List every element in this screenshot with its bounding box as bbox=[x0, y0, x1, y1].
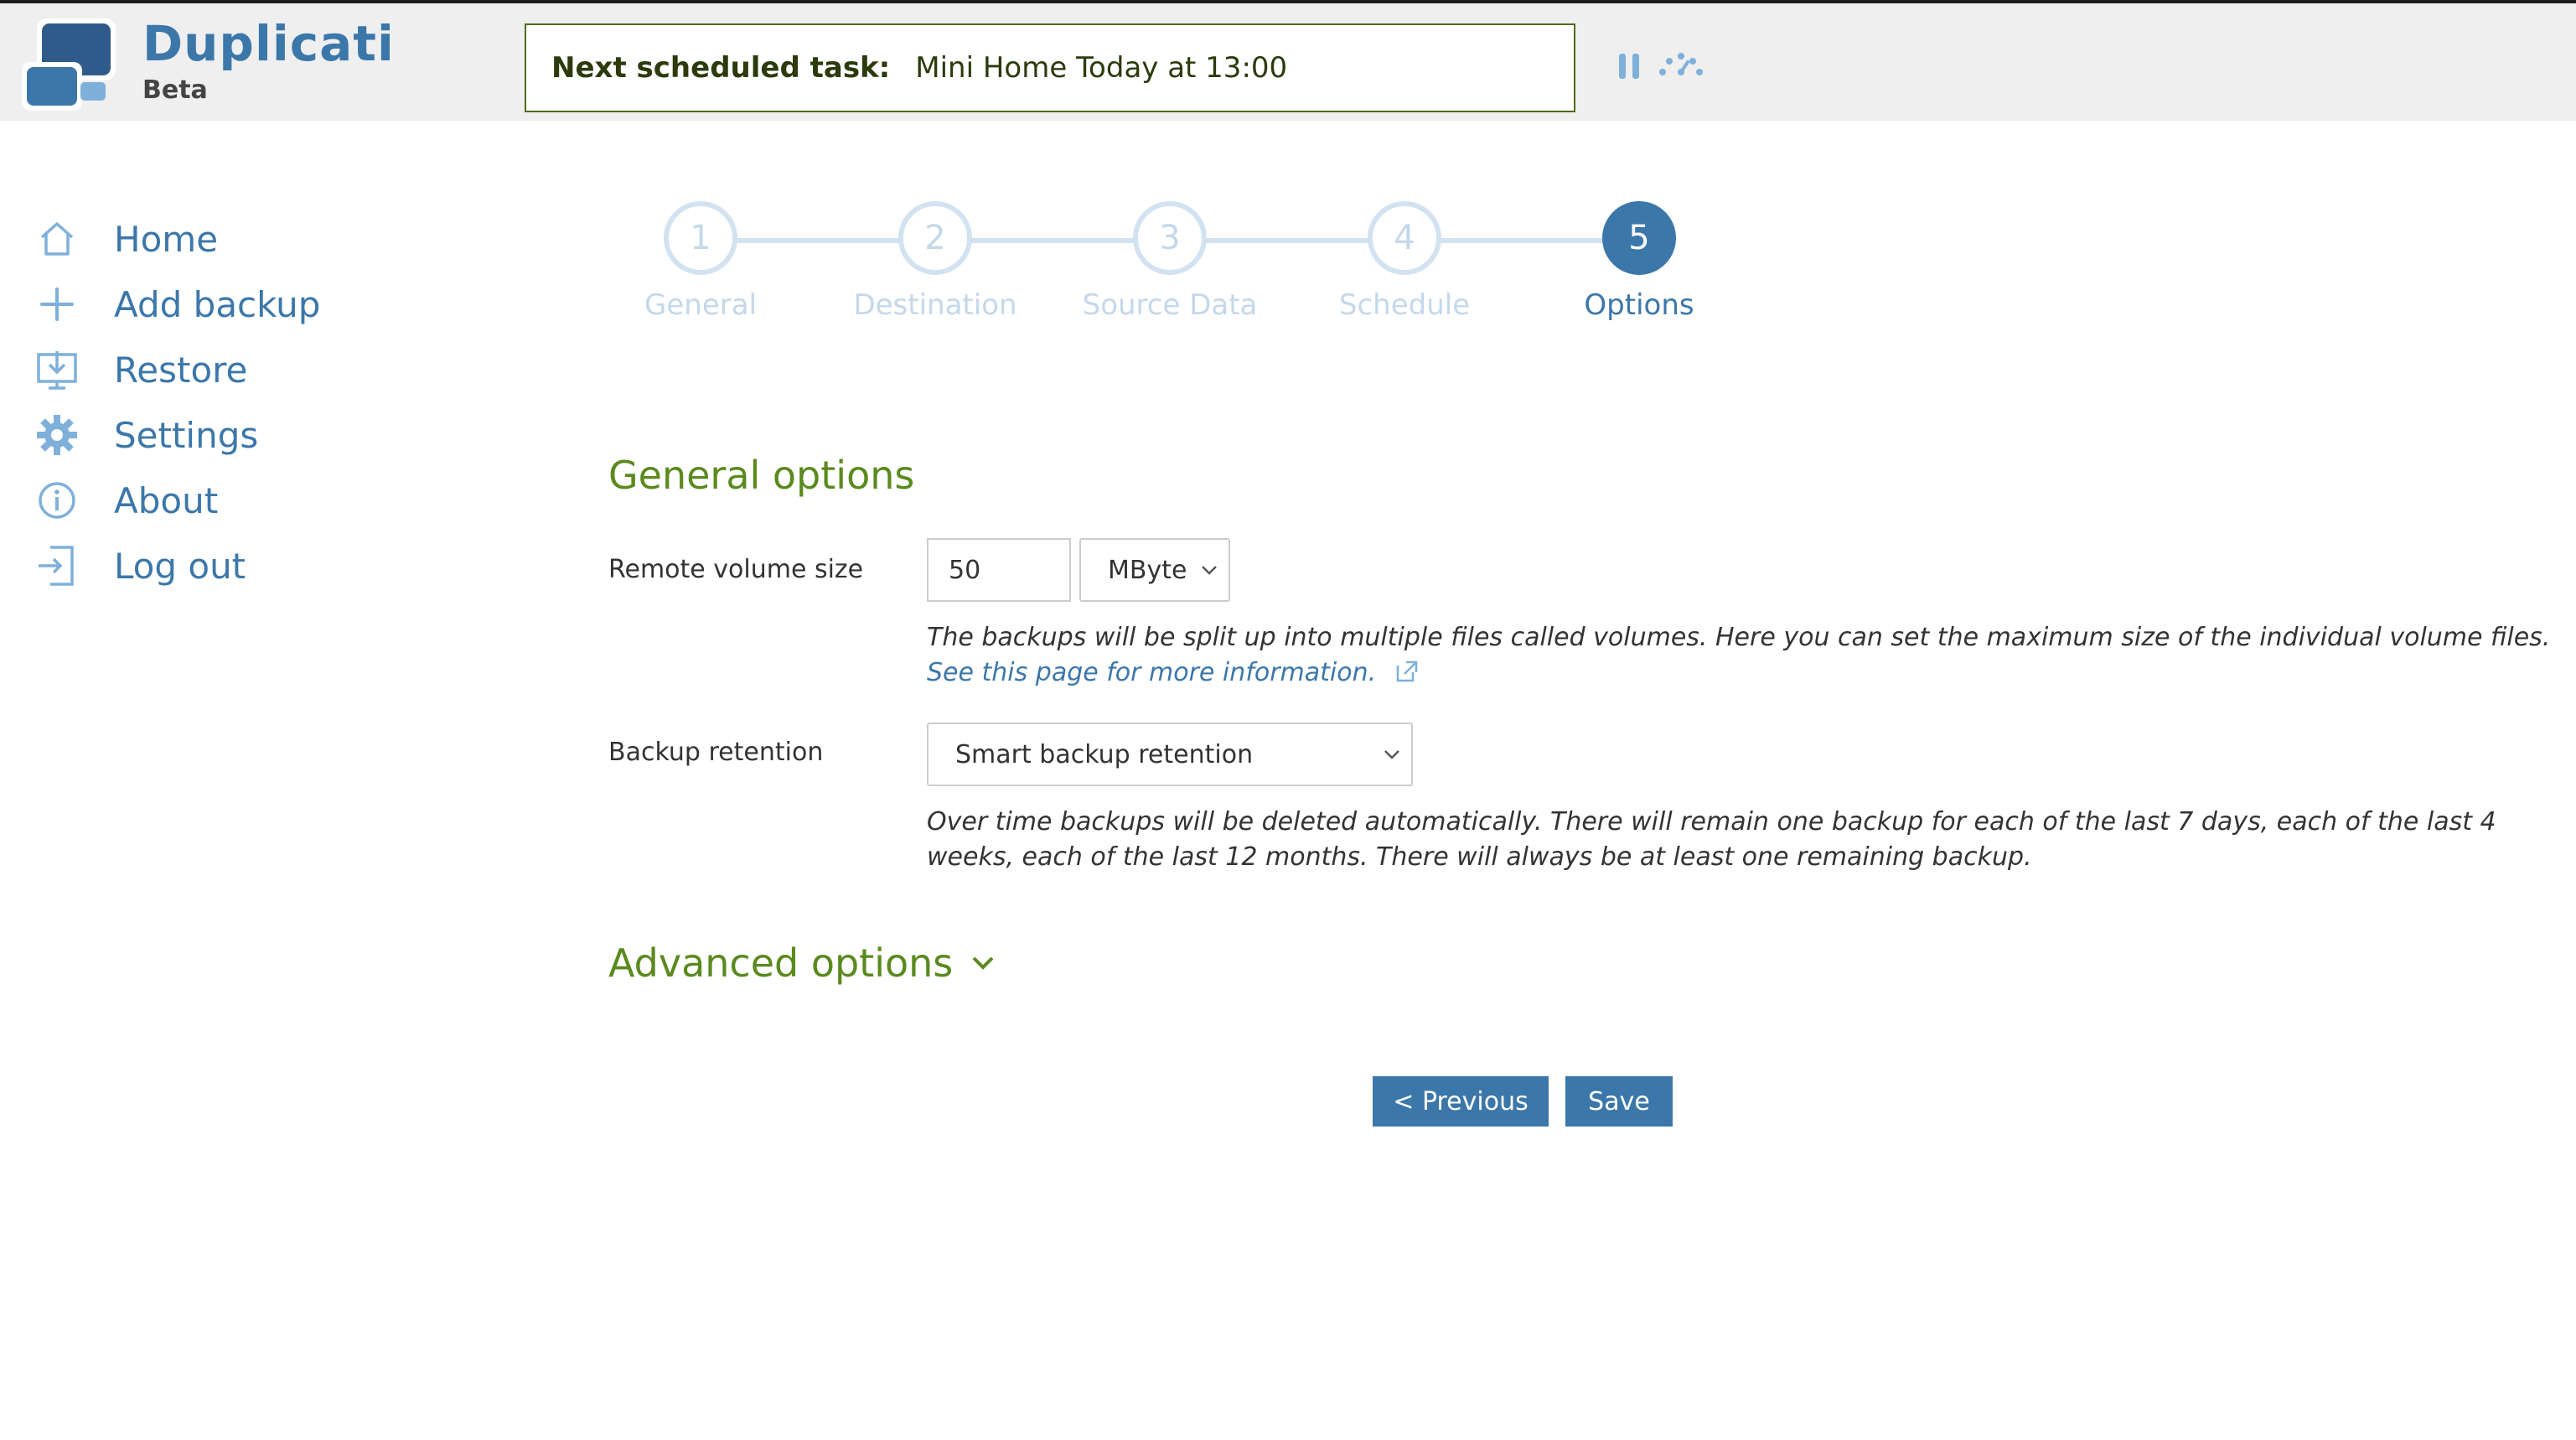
sidebar-item-restore[interactable]: Restore bbox=[34, 340, 369, 399]
step-label: Schedule bbox=[1338, 288, 1471, 322]
restore-icon bbox=[34, 346, 80, 393]
sidebar-item-logout[interactable]: Log out bbox=[34, 536, 369, 595]
volume-unit-select[interactable]: MByte bbox=[1079, 538, 1230, 602]
remote-volume-help-text: The backups will be split up into multip… bbox=[927, 623, 2551, 652]
sidebar-item-add-backup[interactable]: Add backup bbox=[34, 275, 369, 334]
step-label: Options bbox=[1584, 288, 1694, 322]
retention-help-line-1: Over time backups will be deleted automa… bbox=[927, 807, 2496, 837]
plus-icon bbox=[34, 281, 80, 328]
sidebar-item-settings[interactable]: Settings bbox=[34, 406, 369, 464]
volume-unit-value: MByte bbox=[1108, 555, 1187, 585]
top-bar: Duplicati Beta Next scheduled task: Mini… bbox=[0, 0, 2576, 121]
step-options[interactable]: 5 Options bbox=[1547, 201, 1731, 322]
step-label: Destination bbox=[853, 288, 1017, 322]
remote-volume-size-input[interactable] bbox=[927, 538, 1071, 602]
previous-button[interactable]: < Previous bbox=[1373, 1076, 1549, 1127]
next-scheduled-task-box: Next scheduled task: Mini Home Today at … bbox=[525, 23, 1575, 112]
wizard-stepper: 1 General 2 Destination 3 Source Data 4 … bbox=[587, 201, 1726, 344]
sidebar-item-label: Home bbox=[114, 218, 219, 260]
step-general[interactable]: 1 General bbox=[608, 201, 793, 322]
sidebar-item-label: Log out bbox=[114, 545, 246, 587]
chevron-down-icon bbox=[972, 956, 994, 970]
retention-help-line-2: weeks, each of the last 12 months. There… bbox=[927, 842, 2032, 872]
save-button[interactable]: Save bbox=[1565, 1076, 1673, 1127]
duplicati-logo[interactable] bbox=[22, 17, 131, 111]
advanced-options-label: Advanced options bbox=[608, 940, 954, 986]
more-info-link[interactable]: See this page for more information. bbox=[927, 658, 1376, 687]
info-icon bbox=[34, 477, 80, 524]
chevron-down-icon bbox=[1384, 750, 1399, 759]
step-label: Source Data bbox=[1082, 288, 1258, 322]
throttle-icon[interactable] bbox=[1658, 52, 1704, 77]
advanced-options-toggle[interactable]: Advanced options bbox=[608, 940, 995, 986]
sidebar-item-about[interactable]: About bbox=[34, 471, 369, 530]
sidebar-item-label: About bbox=[114, 479, 219, 521]
sidebar-item-home[interactable]: Home bbox=[34, 210, 369, 268]
backup-retention-help: Over time backups will be deleted automa… bbox=[927, 805, 2496, 875]
backup-retention-select[interactable]: Smart backup retention bbox=[927, 723, 1413, 786]
home-icon bbox=[34, 215, 80, 262]
brand-name[interactable]: Duplicati bbox=[142, 15, 395, 72]
logout-icon bbox=[34, 542, 80, 589]
remote-volume-size-label: Remote volume size bbox=[608, 555, 864, 584]
step-number: 4 bbox=[1368, 201, 1441, 275]
step-number: 3 bbox=[1133, 201, 1207, 275]
step-destination[interactable]: 2 Destination bbox=[843, 201, 1027, 322]
step-source-data[interactable]: 3 Source Data bbox=[1078, 201, 1262, 322]
remote-volume-help: The backups will be split up into multip… bbox=[927, 620, 2550, 691]
sidebar-item-label: Restore bbox=[114, 349, 248, 391]
general-options-heading: General options bbox=[608, 453, 915, 498]
gear-icon bbox=[34, 412, 80, 458]
step-number: 2 bbox=[898, 201, 972, 275]
step-schedule[interactable]: 4 Schedule bbox=[1312, 201, 1497, 322]
pause-icon[interactable] bbox=[1617, 52, 1641, 80]
brand-subtitle: Beta bbox=[142, 75, 208, 105]
step-number: 1 bbox=[664, 201, 737, 275]
sidebar-item-label: Add backup bbox=[114, 283, 321, 325]
step-number: 5 bbox=[1602, 201, 1676, 275]
chevron-down-icon bbox=[1202, 566, 1217, 575]
step-label: General bbox=[644, 288, 757, 322]
backup-retention-value: Smart backup retention bbox=[955, 739, 1254, 769]
backup-retention-label: Backup retention bbox=[608, 738, 824, 767]
next-task-value: Mini Home Today at 13:00 bbox=[915, 51, 1288, 85]
next-task-label: Next scheduled task: bbox=[551, 51, 891, 85]
sidebar-item-label: Settings bbox=[114, 414, 259, 456]
external-link-icon[interactable] bbox=[1394, 659, 1420, 684]
